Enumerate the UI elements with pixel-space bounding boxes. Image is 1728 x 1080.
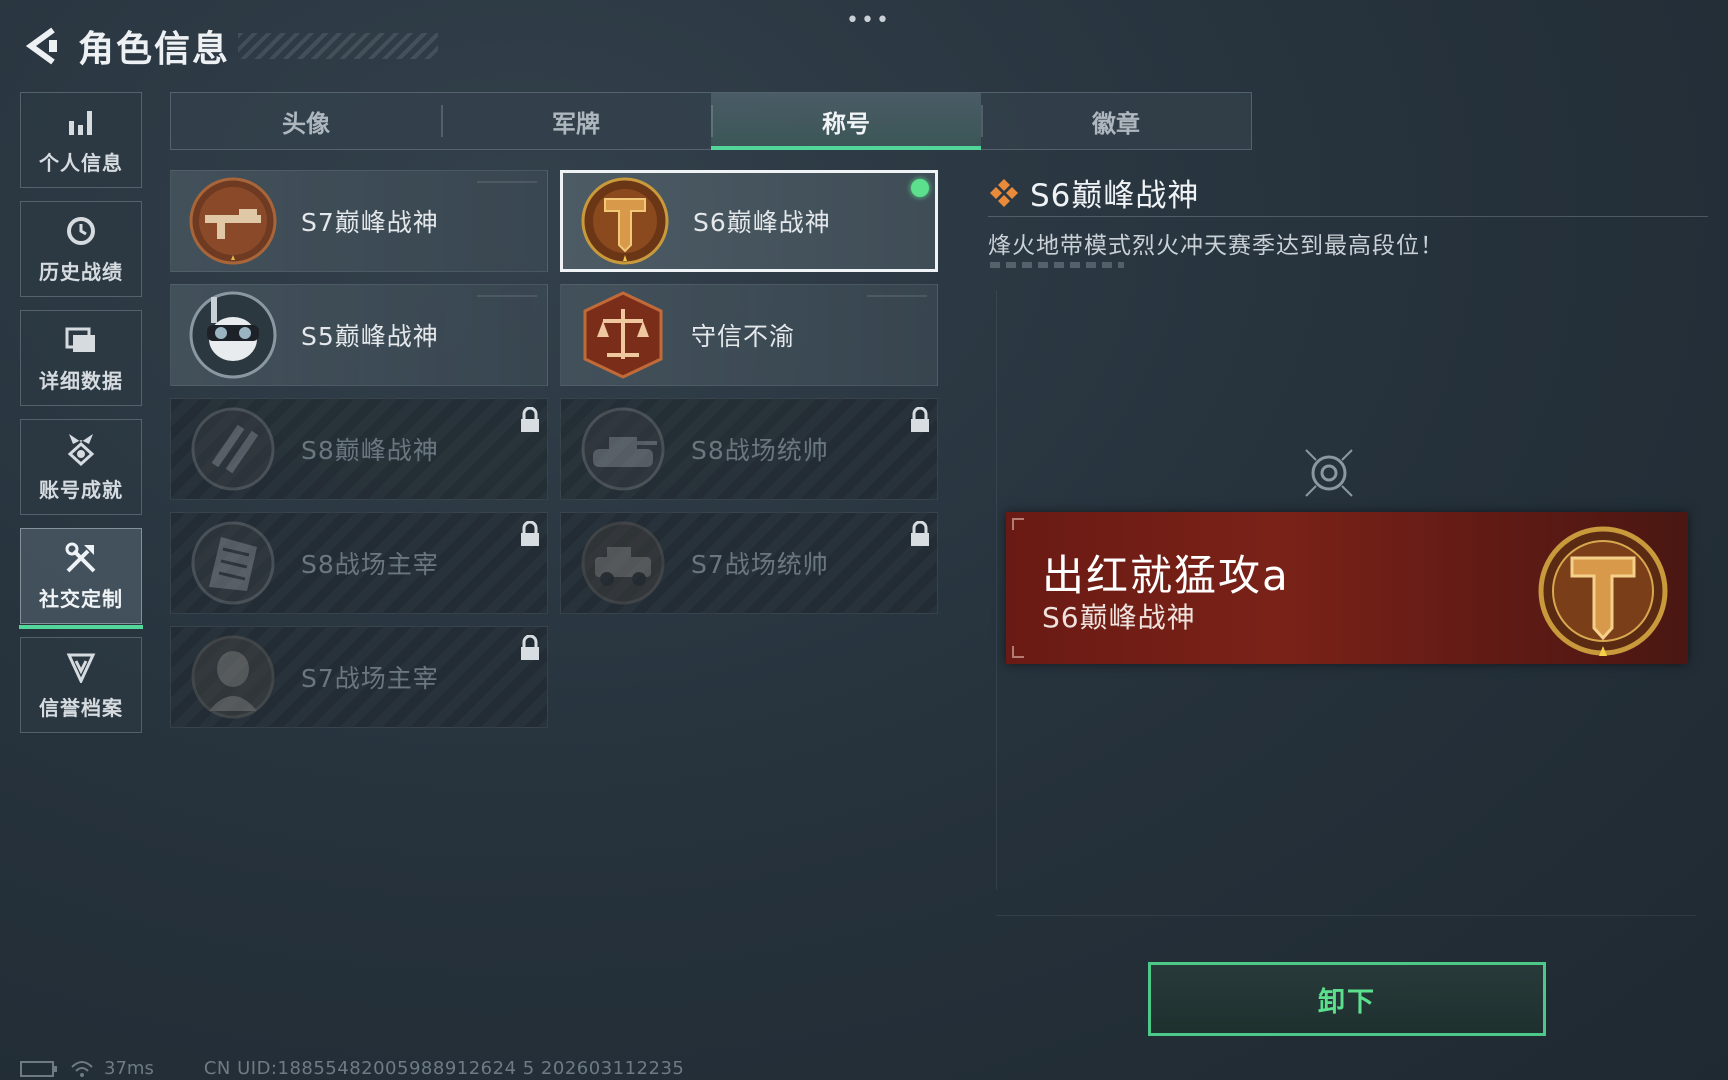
battery-icon xyxy=(20,1060,57,1077)
building-emblem-icon xyxy=(191,521,275,605)
clock-history-icon xyxy=(64,214,98,248)
tab-title[interactable]: 称号 xyxy=(711,93,981,150)
banner-player-name: 出红就猛攻a xyxy=(1042,551,1290,600)
bar-chart-icon xyxy=(64,105,98,139)
title-card-s8-dominator[interactable]: S8战场主宰 xyxy=(170,512,548,614)
title-card-s8-commander[interactable]: S8战场统帅 xyxy=(560,398,938,500)
scales-emblem-icon xyxy=(583,291,663,379)
lock-icon xyxy=(911,521,929,546)
title-card-label: S7巅峰战神 xyxy=(301,208,439,237)
sidebar-item-social-custom[interactable]: 社交定制 xyxy=(19,528,143,629)
title-card-label: S7战场主宰 xyxy=(301,664,439,693)
sidebar-item-label: 信誉档案 xyxy=(39,695,123,720)
detail-header: S6巅峰战神 xyxy=(988,170,1199,215)
banner-title: S6巅峰战神 xyxy=(1042,601,1196,634)
folder-icon xyxy=(64,323,98,357)
lock-icon xyxy=(521,407,539,432)
title-card-s7-dominator[interactable]: S7战场主宰 xyxy=(170,626,548,728)
sidebar-item-detailed-data[interactable]: 详细数据 xyxy=(20,310,142,406)
card-decoration xyxy=(867,295,927,297)
back-arrow-icon xyxy=(25,27,57,65)
unequip-button[interactable]: 卸下 xyxy=(1148,962,1546,1036)
t-shield-emblem-icon xyxy=(581,177,669,265)
detail-title: S6巅峰战神 xyxy=(1030,178,1200,214)
category-tabs: 头像 军牌 称号 徽章 xyxy=(170,92,1252,150)
wifi-icon xyxy=(71,1060,93,1077)
sidebar-item-label: 详细数据 xyxy=(39,368,123,393)
tab-avatar[interactable]: 头像 xyxy=(171,93,441,149)
title-card-s7-peak[interactable]: S7巅峰战神 xyxy=(170,170,548,272)
sidebar-item-label: 历史战绩 xyxy=(39,259,123,284)
sidebar-item-label: 个人信息 xyxy=(39,150,123,175)
sidebar-item-history[interactable]: 历史战绩 xyxy=(20,201,142,297)
uid-readout: CN UID:18855482005988912624 5 2026031122… xyxy=(203,1058,685,1079)
title-card-s6-peak[interactable]: S6巅峰战神 xyxy=(560,170,938,272)
sidebar-item-label: 账号成就 xyxy=(39,477,123,502)
title-card-label: 守信不渝 xyxy=(691,322,796,351)
role-info-screen: 角色信息 ••• 个人信息 历史战绩 详细数据 账号成就 社交定制 信誉档案 头… xyxy=(0,0,1728,1080)
t-shield-emblem-icon xyxy=(1538,526,1668,656)
soldier-emblem-icon xyxy=(191,635,275,719)
status-footer: 37ms CN UID:18855482005988912624 5 20260… xyxy=(20,1058,684,1079)
title-decoration xyxy=(238,33,439,59)
lock-icon xyxy=(521,521,539,546)
sidebar-item-personal-info[interactable]: 个人信息 xyxy=(20,92,142,188)
bg-divider xyxy=(996,915,1696,916)
title-card-s7-commander[interactable]: S7战场统帅 xyxy=(560,512,938,614)
title-card-label: S7战场统帅 xyxy=(691,550,829,579)
tab-badge[interactable]: 徽章 xyxy=(981,93,1251,149)
title-card-s5-peak[interactable]: S5巅峰战神 xyxy=(170,284,548,386)
medal-icon xyxy=(64,432,98,466)
sidebar-item-label: 社交定制 xyxy=(39,586,123,611)
title-card-label: S6巅峰战神 xyxy=(693,208,831,237)
target-reticle-icon xyxy=(1305,449,1353,497)
unequip-button-label: 卸下 xyxy=(1318,986,1376,1018)
card-decoration xyxy=(477,295,537,297)
header: 角色信息 xyxy=(18,18,439,74)
lock-icon xyxy=(911,407,929,432)
detail-description: 烽火地带模式烈火冲天赛季达到最高段位！ xyxy=(988,233,1444,259)
more-dots-icon[interactable]: ••• xyxy=(846,8,891,33)
title-preview-banner: 出红就猛攻a S6巅峰战神 xyxy=(1006,512,1688,664)
ping-readout: 37ms xyxy=(104,1058,154,1079)
tools-icon xyxy=(64,541,98,575)
tab-dog-tag[interactable]: 军牌 xyxy=(441,93,711,149)
tank-emblem-icon xyxy=(581,407,665,491)
title-card-label: S8巅峰战神 xyxy=(301,436,439,465)
slash-emblem-icon xyxy=(191,407,275,491)
sidebar-item-credit-record[interactable]: 信誉档案 xyxy=(20,637,142,733)
sidebar: 个人信息 历史战绩 详细数据 账号成就 社交定制 信誉档案 xyxy=(19,92,144,746)
shield-badge-icon xyxy=(64,650,98,684)
diamond-cluster-icon xyxy=(990,178,1018,207)
lock-icon xyxy=(521,635,539,660)
back-button[interactable] xyxy=(18,23,64,69)
skull-goggles-emblem-icon xyxy=(189,291,277,379)
title-card-label: S8战场统帅 xyxy=(691,436,829,465)
title-card-s8-peak[interactable]: S8巅峰战神 xyxy=(170,398,548,500)
bg-frame-line xyxy=(996,290,997,890)
banner-corner xyxy=(1012,518,1024,530)
rifle-emblem-icon xyxy=(189,177,277,265)
armored-car-emblem-icon xyxy=(581,521,665,605)
equipped-indicator xyxy=(911,179,929,197)
card-decoration xyxy=(477,181,537,183)
page-title: 角色信息 xyxy=(78,29,231,70)
banner-corner xyxy=(1012,646,1024,658)
detail-divider xyxy=(988,216,1708,217)
sidebar-item-achievements[interactable]: 账号成就 xyxy=(20,419,142,515)
title-card-keep-faith[interactable]: 守信不渝 xyxy=(560,284,938,386)
title-card-label: S8战场主宰 xyxy=(301,550,439,579)
title-card-label: S5巅峰战神 xyxy=(301,322,439,351)
detail-subtext-decoration xyxy=(990,262,1124,268)
